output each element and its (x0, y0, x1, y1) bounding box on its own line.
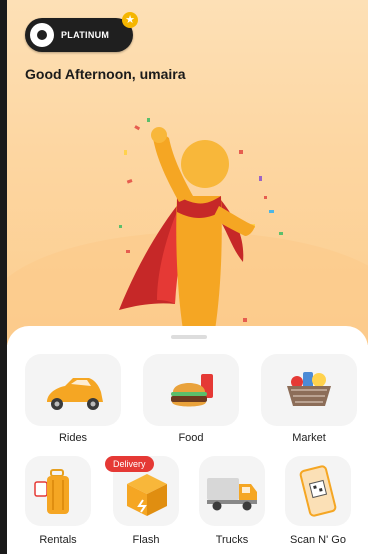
hero-banner: PLATINUM ★ Good Afternoon, umaira (7, 0, 368, 345)
basket-icon (287, 372, 331, 406)
car-icon (47, 378, 103, 410)
rides-label: Rides (58, 432, 88, 444)
burger-icon (171, 374, 213, 407)
rentals-label: Rentals (39, 534, 77, 546)
trucks-tile[interactable] (199, 456, 265, 526)
star-icon: ★ (122, 12, 138, 28)
delivery-tag: Delivery (105, 456, 154, 472)
rentals-tile[interactable] (25, 456, 91, 526)
food-tile[interactable] (143, 354, 239, 426)
scan-n-go-tile[interactable] (285, 456, 351, 526)
services-sheet: Rides Food Market Rentals Delivery Flash… (7, 326, 368, 554)
flash-label: Flash (132, 534, 160, 546)
food-label: Food (178, 432, 204, 444)
truck-icon (207, 478, 257, 511)
rides-tile[interactable] (25, 354, 121, 426)
tier-badge-label: PLATINUM (61, 30, 110, 40)
tier-badge[interactable]: PLATINUM ★ (25, 12, 138, 52)
drag-handle[interactable] (171, 335, 207, 339)
gear-icon (30, 23, 54, 47)
market-tile[interactable] (261, 354, 357, 426)
window-edge (0, 0, 7, 554)
greeting-text: Good Afternoon, umaira (25, 66, 186, 82)
trucks-label: Trucks (215, 534, 249, 546)
qr-phone-icon (299, 465, 337, 517)
market-label: Market (292, 432, 326, 444)
scan-n-go-label: Scan N' Go (290, 534, 346, 546)
luggage-icon (34, 469, 69, 514)
